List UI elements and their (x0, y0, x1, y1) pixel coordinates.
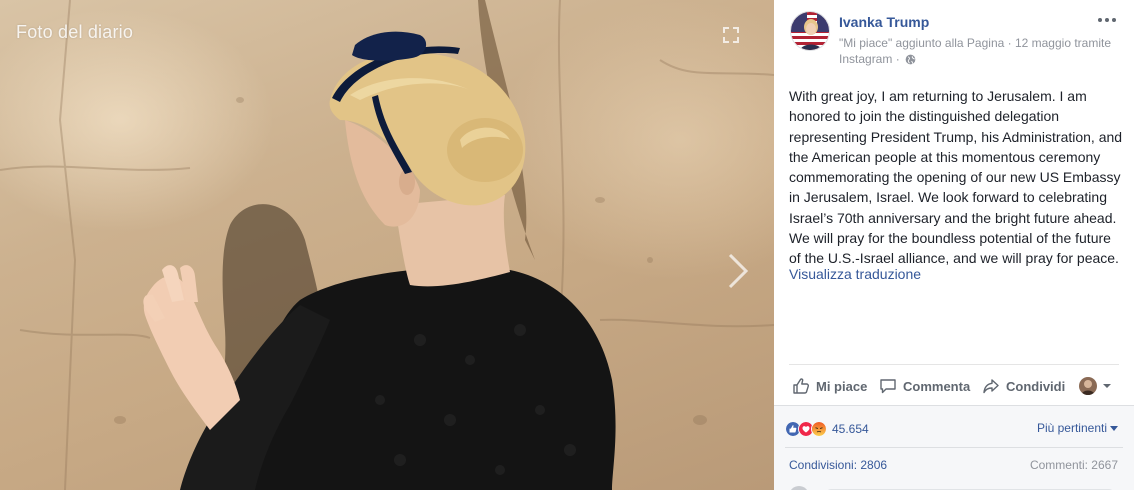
caret-down-icon (1110, 426, 1118, 431)
post-actions-bar: Mi piace Commenta Condividi (789, 372, 1124, 400)
share-button[interactable]: Condividi (982, 372, 1065, 400)
see-translation-link[interactable]: Visualizza traduzione (789, 266, 921, 282)
divider (785, 447, 1123, 448)
comments-count-link[interactable]: Commenti: 2667 (1030, 458, 1118, 472)
reaction-count: 45.654 (832, 422, 869, 436)
like-label: Mi piace (816, 378, 868, 394)
post-panel: Ivanka Trump "Mi piace" aggiunto alla Pa… (774, 0, 1134, 490)
post-photo[interactable]: Foto del diario (0, 0, 774, 490)
divider (789, 364, 1119, 365)
share-label: Condividi (1006, 378, 1066, 394)
expand-icon[interactable] (722, 26, 740, 44)
more-options-icon[interactable] (1096, 12, 1118, 28)
angry-reaction-icon (811, 421, 827, 437)
comment-bubble-icon (880, 379, 896, 394)
comment-label: Commenta (903, 378, 971, 394)
post-body-text: With great joy, I am returning to Jerusa… (789, 88, 1123, 267)
photo-scene (0, 0, 774, 490)
avatar-image (791, 12, 829, 50)
comment-composer-peek[interactable] (789, 484, 1119, 490)
author-name[interactable]: Ivanka Trump (839, 14, 929, 30)
author-avatar[interactable] (790, 11, 830, 51)
comment-sort-label: Più pertinenti (1036, 421, 1107, 435)
post-as-page-selector[interactable] (1079, 372, 1119, 400)
globe-icon (905, 54, 916, 65)
post-meta-text: "Mi piace" aggiunto alla Pagina · 12 mag… (839, 36, 1112, 66)
share-arrow-icon (983, 379, 999, 394)
reactions-summary[interactable]: 45.654 (785, 420, 869, 438)
post-stats: 45.654 Più pertinenti Condivisioni: 2806… (774, 405, 1134, 490)
comment-button[interactable]: Commenta (879, 372, 970, 400)
chevron-right-icon[interactable] (726, 252, 750, 290)
comment-sort-dropdown[interactable]: Più pertinenti (1037, 421, 1118, 435)
page-avatar-icon (1079, 377, 1097, 395)
thumbs-up-icon (793, 378, 809, 394)
photo-label: Foto del diario (16, 22, 134, 42)
chevron-down-icon (1103, 384, 1111, 388)
shares-count-link[interactable]: Condivisioni: 2806 (789, 458, 887, 472)
like-button[interactable]: Mi piace (792, 372, 867, 400)
post-meta: "Mi piace" aggiunto alla Pagina · 12 mag… (839, 35, 1129, 67)
